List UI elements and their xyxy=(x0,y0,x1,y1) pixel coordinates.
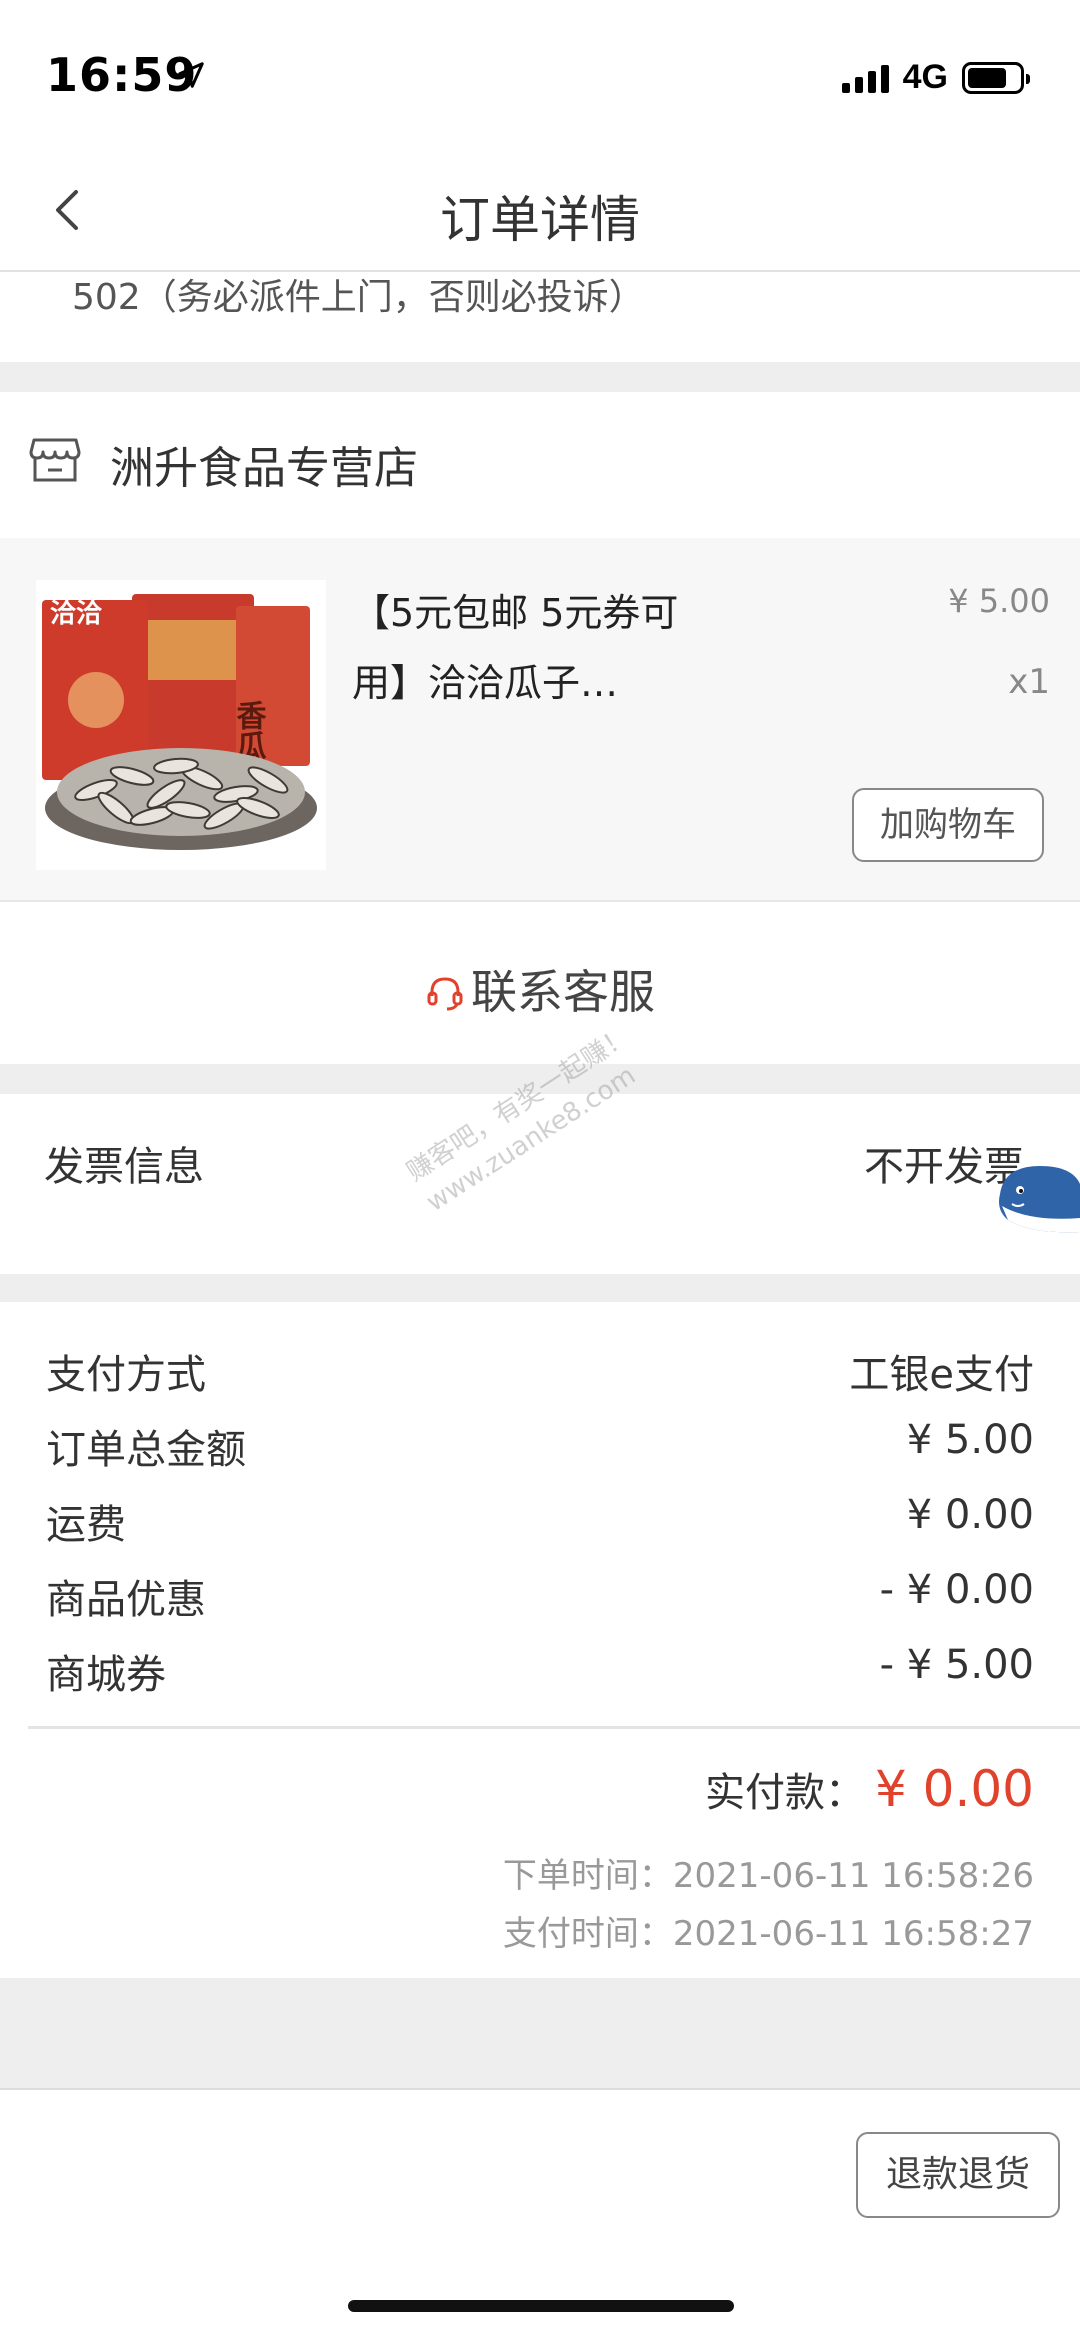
payment-row-label: 运费 xyxy=(46,1502,126,1548)
payment-row-value: ¥ 5.00 xyxy=(906,1417,1034,1463)
address-tail: 502（务必派件上门，否则必投诉） xyxy=(72,277,645,318)
status-indicators: 4G xyxy=(841,58,1030,97)
status-time: 16:59 xyxy=(46,48,198,102)
shop-name: 洲升食品专营店 xyxy=(110,443,418,494)
product-price: ¥ 5.00 xyxy=(948,582,1050,620)
contact-service-label: 联系客服 xyxy=(471,965,655,1019)
signal-icon xyxy=(841,63,889,93)
total-amount: ¥ 0.00 xyxy=(874,1760,1034,1818)
product-image-icon: 洽洽 香瓜子 xyxy=(36,580,326,870)
battery-level xyxy=(968,67,1006,88)
status-bar: 16:59 4G xyxy=(0,0,1080,150)
payment-row-value: 工银e支付 xyxy=(849,1352,1034,1398)
section-gap xyxy=(0,1274,1080,1302)
payment-row-value: - ¥ 0.00 xyxy=(879,1567,1034,1613)
store-icon xyxy=(29,438,81,482)
section-gap xyxy=(0,362,1080,392)
total-label: 实付款： xyxy=(704,1770,865,1816)
payment-row-label: 商城券 xyxy=(46,1652,166,1698)
contact-service-row: 联系客服 xyxy=(0,904,1080,1064)
order-time: 下单时间：2021-06-11 16:58:26 xyxy=(502,1856,1034,1896)
payment-row-label: 商品优惠 xyxy=(46,1577,206,1623)
product-card[interactable]: 洽洽 香瓜子 【5元包邮 5元券可用】洽洽瓜子… ¥ 5.00 x1 加购物车 xyxy=(0,538,1080,902)
payment-row-value: ¥ 0.00 xyxy=(906,1492,1034,1538)
contact-service-button[interactable]: 联系客服 xyxy=(0,956,1080,1022)
payment-row-value: - ¥ 5.00 xyxy=(879,1642,1034,1688)
total-paid: 实付款： ¥ 0.00 xyxy=(705,1760,1034,1818)
payment-row: 商城券 - ¥ 5.00 xyxy=(46,1642,1034,1702)
payment-row: 商品优惠 - ¥ 0.00 xyxy=(46,1567,1034,1627)
headset-icon xyxy=(427,977,463,1011)
divider xyxy=(28,1726,1080,1729)
refund-return-button[interactable]: 退款退货 xyxy=(856,2132,1060,2218)
product-quantity: x1 xyxy=(1008,662,1050,702)
network-type: 4G xyxy=(902,58,948,96)
section-gap xyxy=(0,1978,1080,2090)
payment-row-label: 订单总金额 xyxy=(46,1427,246,1473)
pay-time: 支付时间：2021-06-11 16:58:27 xyxy=(502,1914,1034,1954)
invoice-label: 发票信息 xyxy=(44,1144,204,1190)
location-arrow-icon xyxy=(178,62,204,88)
payment-row: 支付方式 工银e支付 xyxy=(46,1342,1034,1402)
home-indicator[interactable] xyxy=(348,2300,734,2312)
nav-bar: 订单详情 xyxy=(0,150,1080,272)
brand-logo: 洽洽 xyxy=(50,599,103,629)
product-title: 【5元包邮 5元券可用】洽洽瓜子… xyxy=(352,591,679,705)
shop-row[interactable]: 洲升食品专营店 xyxy=(0,392,1080,538)
payment-row-label: 支付方式 xyxy=(46,1352,206,1398)
payment-summary: 支付方式 工银e支付 订单总金额 ¥ 5.00 运费 ¥ 0.00 商品优惠 -… xyxy=(0,1302,1080,1978)
product-thumbnail[interactable]: 洽洽 香瓜子 xyxy=(36,580,326,870)
page-title: 订单详情 xyxy=(440,191,640,249)
whale-mascot-icon xyxy=(999,1166,1080,1233)
payment-row: 订单总金额 ¥ 5.00 xyxy=(46,1417,1034,1477)
battery-icon xyxy=(962,61,1030,94)
payment-row: 运费 ¥ 0.00 xyxy=(46,1492,1034,1552)
add-to-cart-button[interactable]: 加购物车 xyxy=(852,788,1044,862)
